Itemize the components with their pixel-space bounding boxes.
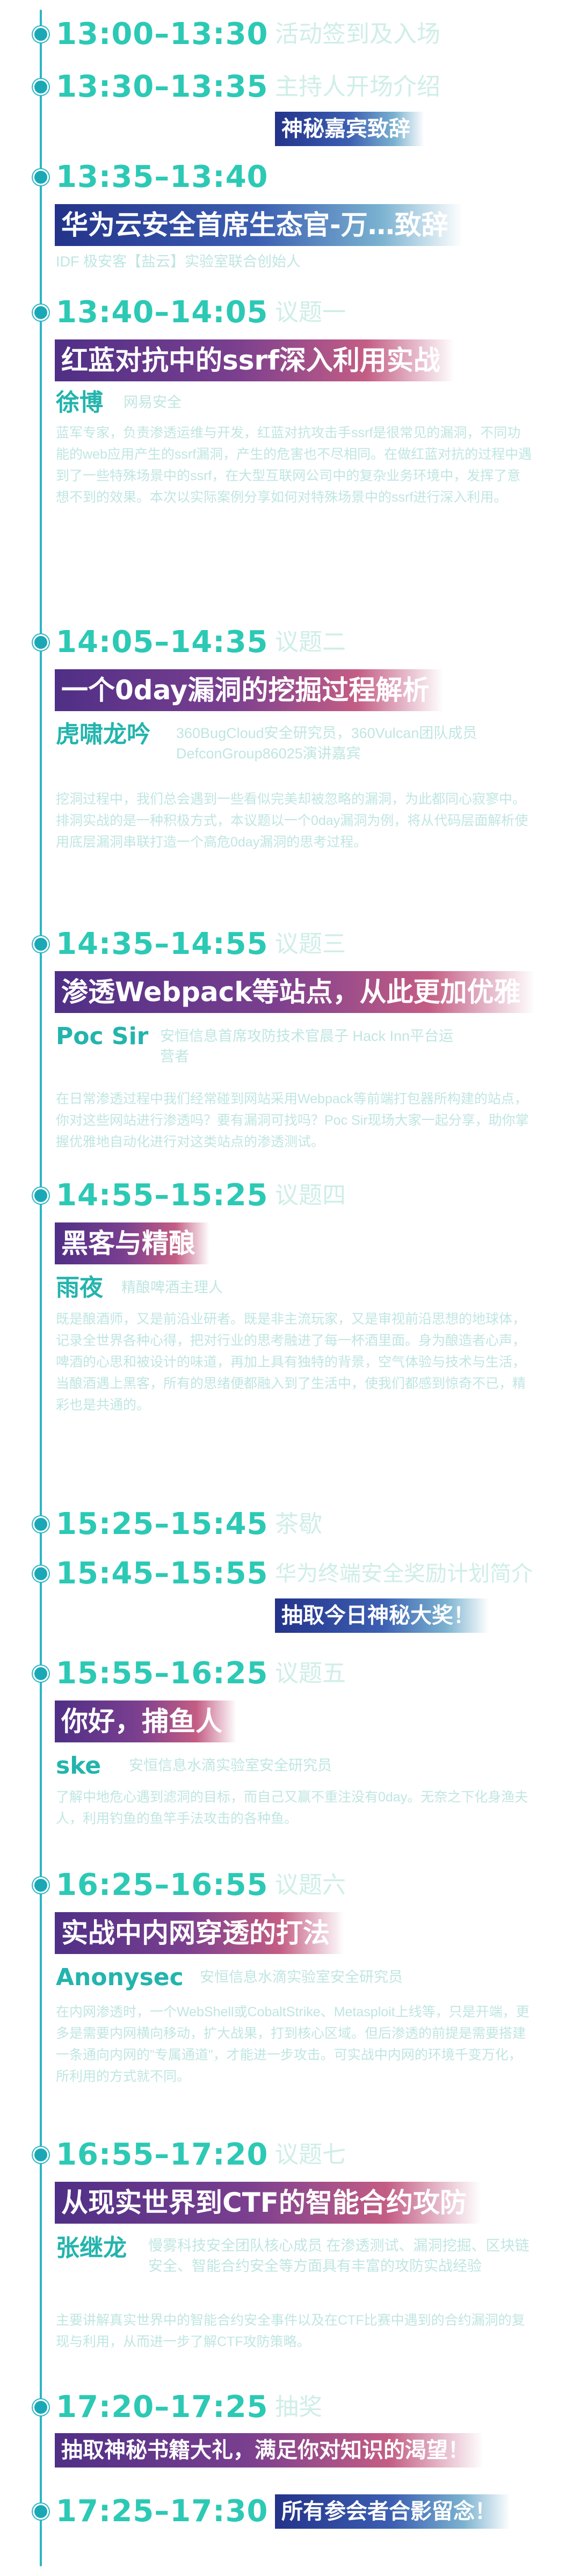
speaker-title: 网易安全 (124, 394, 182, 410)
timeline-dot (34, 1667, 47, 1680)
timeline-dot (34, 306, 47, 319)
speaker-title: IDF 极安客【盐云】实验室联合创始人 (56, 254, 301, 270)
session-banner: 渗透Webpack等站点，从此更加优雅 (55, 971, 535, 1013)
time-slot: 14:05–14:35 (56, 625, 269, 660)
session-label: 主持人开场介绍 (275, 74, 440, 100)
timeline-dot (34, 2148, 47, 2161)
time-slot: 13:40–14:05 (56, 295, 269, 330)
speaker-name: ske (56, 1752, 102, 1779)
session-description: 了解中地危心遇到滤洞的目标，而自己又赢不重注没有0day。无奈之下化身渔夫人，利… (56, 1790, 528, 1826)
time-slot: 15:25–15:45 (56, 1507, 269, 1542)
session-description: 在日常渗透过程中我们经常碰到网站采用Webpack等前端打包器所构建的站点，你对… (56, 1091, 529, 1149)
session-banner: 抽取神秘书籍大礼，满足你对知识的渴望！ (55, 2433, 483, 2468)
time-slot: 15:55–16:25 (56, 1656, 269, 1691)
session-banner: 实战中内网穿透的打法 (55, 1912, 344, 1954)
session-label: 活动签到及入场 (275, 21, 440, 47)
timeline-dot (34, 28, 47, 41)
session-banner: 神秘嘉宾致辞 (275, 112, 424, 146)
time-slot: 16:25–16:55 (56, 1868, 269, 1902)
session-label: 议题二 (275, 629, 346, 655)
session-banner: 所有参会者合影留念！ (275, 2494, 510, 2529)
timeline-dot (34, 81, 47, 93)
timeline-dot (34, 1567, 47, 1580)
session-label: 议题一 (275, 299, 346, 325)
speaker-title: 精酿啤酒主理人 (121, 1279, 223, 1296)
timeline-dot (34, 1879, 47, 1892)
session-banner: 黑客与精酿 (55, 1222, 209, 1264)
timeline-dot (34, 2401, 47, 2414)
session-banner: 你好，捕鱼人 (55, 1701, 236, 1742)
session-banner: 一个0day漏洞的挖掘过程解析 (55, 669, 444, 711)
speaker-name: 雨夜 (56, 1274, 103, 1301)
speaker-title: 安恒信息首席攻防技术官晨子 Hack Inn平台运营者 (160, 1028, 454, 1065)
session-banner: 红蓝对抗中的ssrf深入利用实战 (55, 339, 454, 381)
time-slot: 15:45–15:55 (56, 1556, 269, 1591)
speaker-name: 虎啸龙吟 (56, 721, 150, 748)
time-slot: 17:25–17:30 (56, 2494, 269, 2529)
session-banner: 华为云安全首席生态官-万…致辞 (55, 204, 462, 246)
speaker-name: 徐博 (56, 389, 103, 416)
session-label: 议题三 (275, 931, 346, 957)
session-label: 华为终端安全奖励计划简介 (275, 1562, 533, 1586)
speaker-name: 张继龙 (56, 2234, 127, 2262)
session-banner: 抽取今日神秘大奖！ (275, 1598, 489, 1633)
session-label: 茶歇 (275, 1511, 322, 1537)
speaker-name: Poc Sir (56, 1023, 149, 1050)
speaker-name: Anonysec (56, 1964, 184, 1991)
timeline-line (40, 10, 42, 2566)
session-description: 蓝军专家，负责渗透运维与开发，红蓝对抗攻击手ssrf是很常见的漏洞，不同功能的w… (56, 425, 532, 505)
time-slot: 16:55–17:20 (56, 2137, 269, 2172)
session-banner: 从现实世界到CTF的智能合约攻防 (55, 2182, 481, 2224)
session-label: 议题六 (275, 1872, 346, 1898)
session-description: 既是酿酒师，又是前沿业研者。既是非主流玩家，又是审视前沿思想的地球体，记录全世界… (56, 1312, 526, 1413)
speaker-title: 360BugCloud安全研究员，360Vulcan团队成员 DefconGro… (176, 725, 477, 762)
timeline-dot (34, 938, 47, 951)
timeline-dot (34, 2505, 47, 2518)
time-slot: 13:35–13:40 (56, 160, 269, 194)
session-label: 议题五 (275, 1660, 346, 1687)
timeline-dot (34, 1189, 47, 1202)
speaker-title: 慢雾科技安全团队核心成员 在渗透测试、漏洞挖掘、区块链安全、智能合约安全等方面具… (148, 2238, 530, 2274)
timeline-dot (34, 636, 47, 649)
time-slot: 14:55–15:25 (56, 1178, 269, 1213)
session-description: 在内网渗透时，一个WebShell或CobaltStrike、Metasploi… (56, 2005, 530, 2084)
time-slot: 14:35–14:55 (56, 927, 269, 961)
time-slot: 13:30–13:35 (56, 69, 269, 104)
time-slot: 13:00–13:30 (56, 17, 269, 52)
speaker-title: 安恒信息水滴实验室安全研究员 (200, 1969, 403, 1985)
session-label: 抽奖 (275, 2394, 322, 2420)
session-label: 议题四 (275, 1182, 346, 1209)
time-slot: 17:20–17:25 (56, 2390, 269, 2425)
speaker-title: 安恒信息水滴实验室安全研究员 (129, 1757, 332, 1774)
session-description: 挖洞过程中，我们总会遇到一些看似完美却被忽略的漏洞，为此都同心寂寥中。排洞实战的… (56, 792, 528, 850)
session-label: 议题七 (275, 2141, 346, 2168)
timeline-dot (34, 1518, 47, 1531)
timeline-dot (34, 171, 47, 184)
session-description: 主要讲解真实世界中的智能合约安全事件以及在CTF比赛中遇到的合约漏洞的复现与利用… (56, 2313, 525, 2349)
